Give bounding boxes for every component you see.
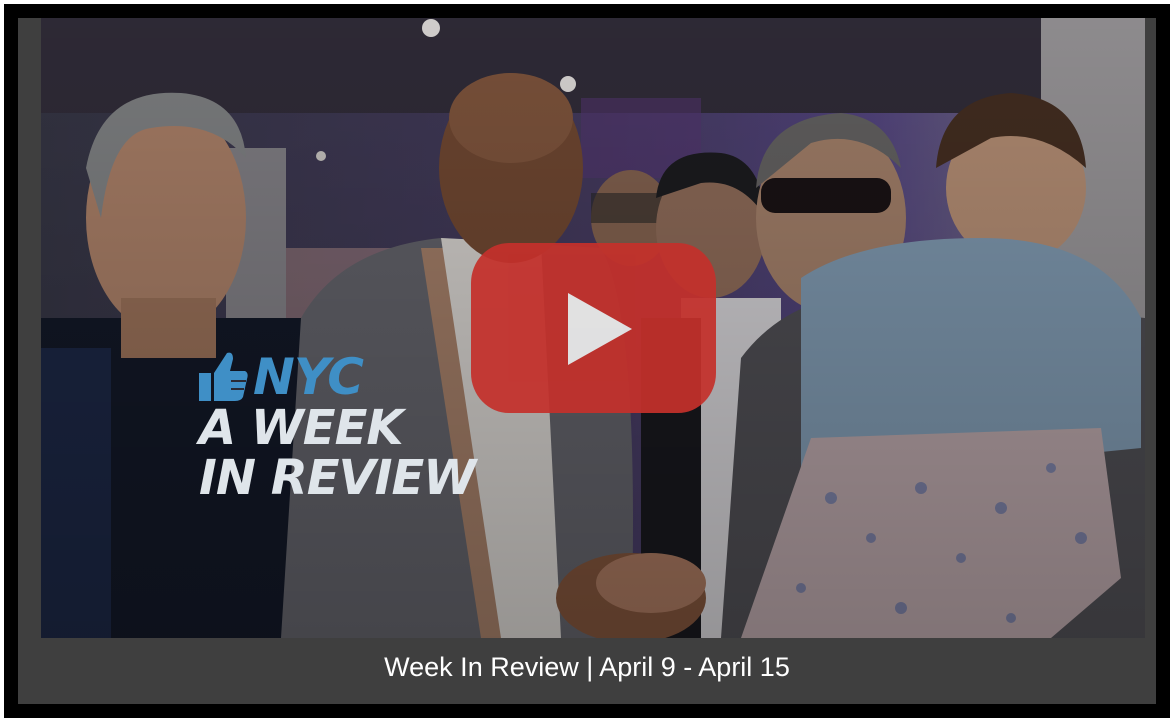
thumbs-up-icon [199, 352, 248, 401]
video-caption[interactable]: Week In Review | April 9 - April 15 [18, 652, 1156, 683]
embed-frame: NYC A WEEK IN REVIEW Week In Review | Ap… [4, 4, 1170, 718]
youtube-play-button[interactable] [471, 243, 716, 413]
week-in-review-logo: NYC A WEEK IN REVIEW [199, 348, 476, 506]
video-thumbnail[interactable]: NYC A WEEK IN REVIEW [41, 18, 1145, 638]
brand-title-line1: A WEEK [199, 400, 404, 456]
video-card: NYC A WEEK IN REVIEW Week In Review | Ap… [18, 18, 1156, 704]
brand-title-line2: IN REVIEW [199, 450, 476, 506]
nyc-logo-text: NYC [253, 348, 364, 406]
play-icon [568, 293, 632, 365]
